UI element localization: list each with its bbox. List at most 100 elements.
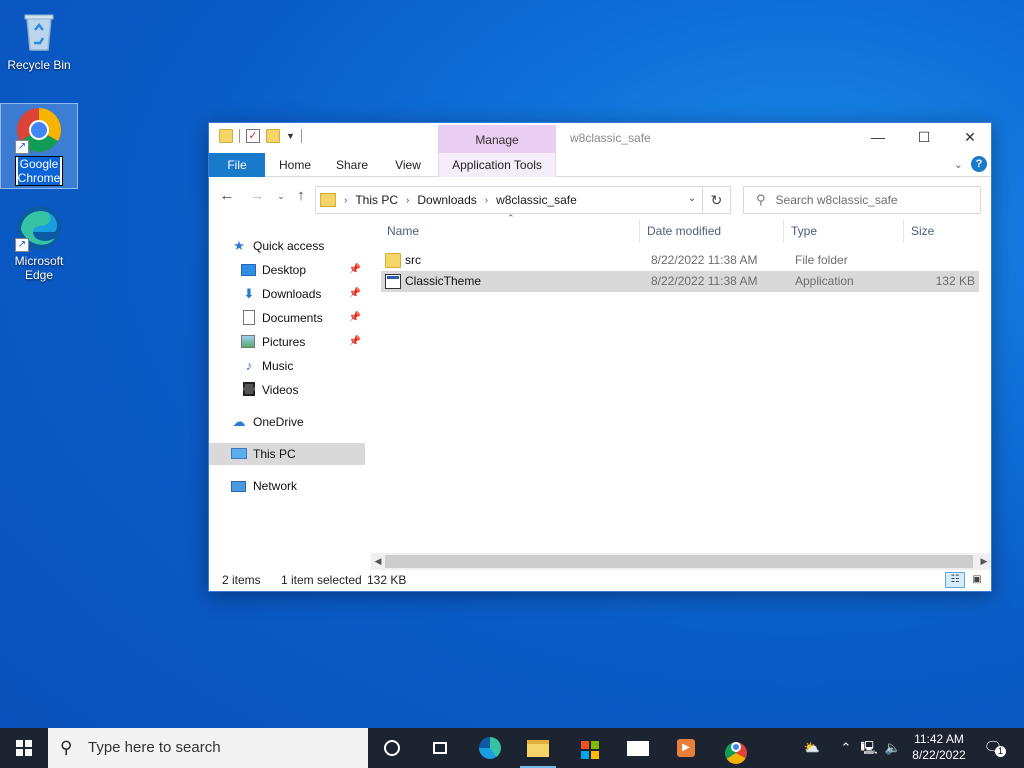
- column-header-date-modified[interactable]: Date modified: [647, 217, 721, 245]
- tab-view[interactable]: View: [385, 153, 431, 177]
- large-icons-view-icon[interactable]: ▣: [967, 572, 987, 588]
- taskbar-store[interactable]: [564, 728, 612, 768]
- file-type: File folder: [795, 253, 848, 267]
- address-dropdown-icon[interactable]: ⌄: [688, 193, 696, 204]
- status-bar: 2 items 1 item selected 132 KB ☷ ▣: [209, 569, 991, 591]
- nav-label: Videos: [262, 383, 299, 397]
- nav-onedrive[interactable]: ☁ OneDrive: [209, 411, 365, 433]
- chevron-right-icon[interactable]: ›: [344, 195, 347, 206]
- edge-icon: [478, 736, 502, 760]
- desktop-icon-microsoft-edge[interactable]: ↗ Microsoft Edge: [1, 204, 77, 282]
- scroll-left-icon[interactable]: ◀: [371, 553, 385, 570]
- nav-downloads[interactable]: ⬇ Downloads 📌: [209, 283, 365, 305]
- file-explorer-icon: [526, 736, 550, 760]
- shortcut-arrow-icon: ↗: [15, 140, 29, 154]
- nav-music[interactable]: ♪ Music: [209, 355, 365, 377]
- minimize-button[interactable]: —: [855, 123, 901, 153]
- tab-home[interactable]: Home: [271, 153, 319, 177]
- task-view-button[interactable]: [416, 728, 464, 768]
- file-row-src[interactable]: src 8/22/2022 11:38 AM File folder: [381, 250, 979, 271]
- weather-icon[interactable]: ⛅: [798, 728, 826, 768]
- picture-icon: [241, 334, 257, 350]
- title-bar[interactable]: ✓ ▼ Manage w8classic_safe — ☐ ✕: [209, 123, 991, 153]
- expand-ribbon-icon[interactable]: ⌄: [954, 158, 963, 171]
- taskbar-chrome[interactable]: [712, 728, 760, 768]
- file-row-classictheme[interactable]: ClassicTheme 8/22/2022 11:38 AM Applicat…: [381, 271, 979, 292]
- show-hidden-icons-icon[interactable]: ⌃: [836, 728, 856, 768]
- up-button[interactable]: ↑: [291, 187, 311, 204]
- music-icon: ♪: [245, 358, 253, 373]
- task-view-icon: [428, 736, 452, 760]
- volume-muted-icon[interactable]: 🔈: [882, 728, 904, 768]
- back-button[interactable]: ←: [217, 187, 237, 204]
- column-header-size[interactable]: Size: [911, 217, 934, 245]
- column-divider[interactable]: [639, 219, 640, 243]
- refresh-button[interactable]: ↻: [702, 187, 730, 213]
- recent-locations-button[interactable]: ⌄: [271, 191, 291, 202]
- column-divider[interactable]: [783, 219, 784, 243]
- nav-desktop[interactable]: Desktop 📌: [209, 259, 365, 281]
- chevron-right-icon[interactable]: ›: [406, 195, 409, 206]
- desktop-icon-recycle-bin[interactable]: Recycle Bin: [1, 8, 77, 72]
- download-icon: ⬇: [243, 286, 255, 301]
- cortana-button[interactable]: [368, 728, 416, 768]
- taskbar-clock[interactable]: 11:42 AM 8/22/2022: [906, 731, 972, 763]
- separator: [300, 129, 302, 143]
- taskbar-file-explorer[interactable]: [514, 728, 562, 768]
- properties-icon[interactable]: ✓: [246, 129, 260, 143]
- nav-label: Quick access: [253, 239, 325, 253]
- close-button[interactable]: ✕: [947, 123, 993, 153]
- breadcrumb-downloads[interactable]: Downloads: [417, 193, 476, 207]
- network-status-icon[interactable]: 🖳: [858, 728, 880, 768]
- desktop-icon-google-chrome[interactable]: ↗ Google Chrome: [0, 103, 78, 189]
- horizontal-scrollbar[interactable]: ◀ ▶: [371, 553, 991, 570]
- nav-documents[interactable]: Documents 📌: [209, 307, 365, 329]
- media-player-icon: ▶: [674, 736, 698, 760]
- shortcut-arrow-icon: ↗: [15, 238, 29, 252]
- nav-label: Downloads: [262, 287, 322, 301]
- tab-share[interactable]: Share: [327, 153, 377, 177]
- taskbar-edge[interactable]: [466, 728, 514, 768]
- column-header-type[interactable]: Type: [791, 217, 817, 245]
- nav-this-pc[interactable]: This PC: [209, 443, 365, 465]
- column-divider[interactable]: [903, 219, 904, 243]
- nav-quick-access[interactable]: ★ Quick access: [209, 235, 365, 257]
- address-row: ← → ⌄ ↑ › This PC › Downloads › w8classi…: [209, 177, 991, 217]
- start-button[interactable]: [0, 728, 48, 768]
- maximize-button[interactable]: ☐: [901, 123, 947, 153]
- nav-pictures[interactable]: Pictures 📌: [209, 331, 365, 353]
- new-folder-icon[interactable]: [266, 129, 280, 143]
- tab-application-tools[interactable]: Application Tools: [438, 153, 556, 177]
- star-icon: ★: [233, 238, 245, 253]
- nav-videos[interactable]: Videos: [209, 379, 365, 401]
- search-icon: ⚲: [60, 738, 73, 757]
- taskbar-mail[interactable]: [614, 728, 662, 768]
- chevron-right-icon[interactable]: ›: [485, 195, 488, 206]
- forward-button[interactable]: →: [247, 187, 267, 204]
- search-input[interactable]: ⚲ Search w8classic_safe: [743, 186, 981, 214]
- action-center-button[interactable]: 🗨 1: [978, 728, 1008, 768]
- breadcrumb-w8classic-safe[interactable]: w8classic_safe: [496, 193, 577, 207]
- nav-label: Pictures: [262, 335, 306, 349]
- breadcrumb-this-pc[interactable]: This PC: [355, 193, 398, 207]
- scrollbar-thumb[interactable]: [385, 555, 973, 568]
- chrome-icon: ↗: [15, 106, 63, 154]
- tab-manage[interactable]: Manage: [438, 125, 556, 153]
- nav-label: Desktop: [262, 263, 307, 277]
- nav-network[interactable]: Network: [209, 475, 365, 497]
- taskbar-search-input[interactable]: ⚲ Type here to search: [48, 728, 368, 768]
- file-size: 132 KB: [935, 274, 975, 288]
- network-icon: [231, 478, 247, 494]
- tab-file[interactable]: File: [209, 153, 265, 177]
- clock-date: 8/22/2022: [912, 748, 966, 762]
- separator: [239, 129, 240, 143]
- rename-textbox[interactable]: Google Chrome: [14, 156, 64, 186]
- help-icon[interactable]: ?: [971, 156, 987, 172]
- column-header-name[interactable]: Name: [387, 217, 419, 245]
- scroll-right-icon[interactable]: ▶: [977, 553, 991, 570]
- taskbar-media[interactable]: ▶: [662, 728, 710, 768]
- address-bar[interactable]: › This PC › Downloads › w8classic_safe ⌄…: [315, 186, 731, 214]
- customize-toolbar-icon[interactable]: ▼: [286, 131, 295, 141]
- nav-label: Music: [262, 359, 294, 373]
- details-view-icon[interactable]: ☷: [945, 572, 965, 588]
